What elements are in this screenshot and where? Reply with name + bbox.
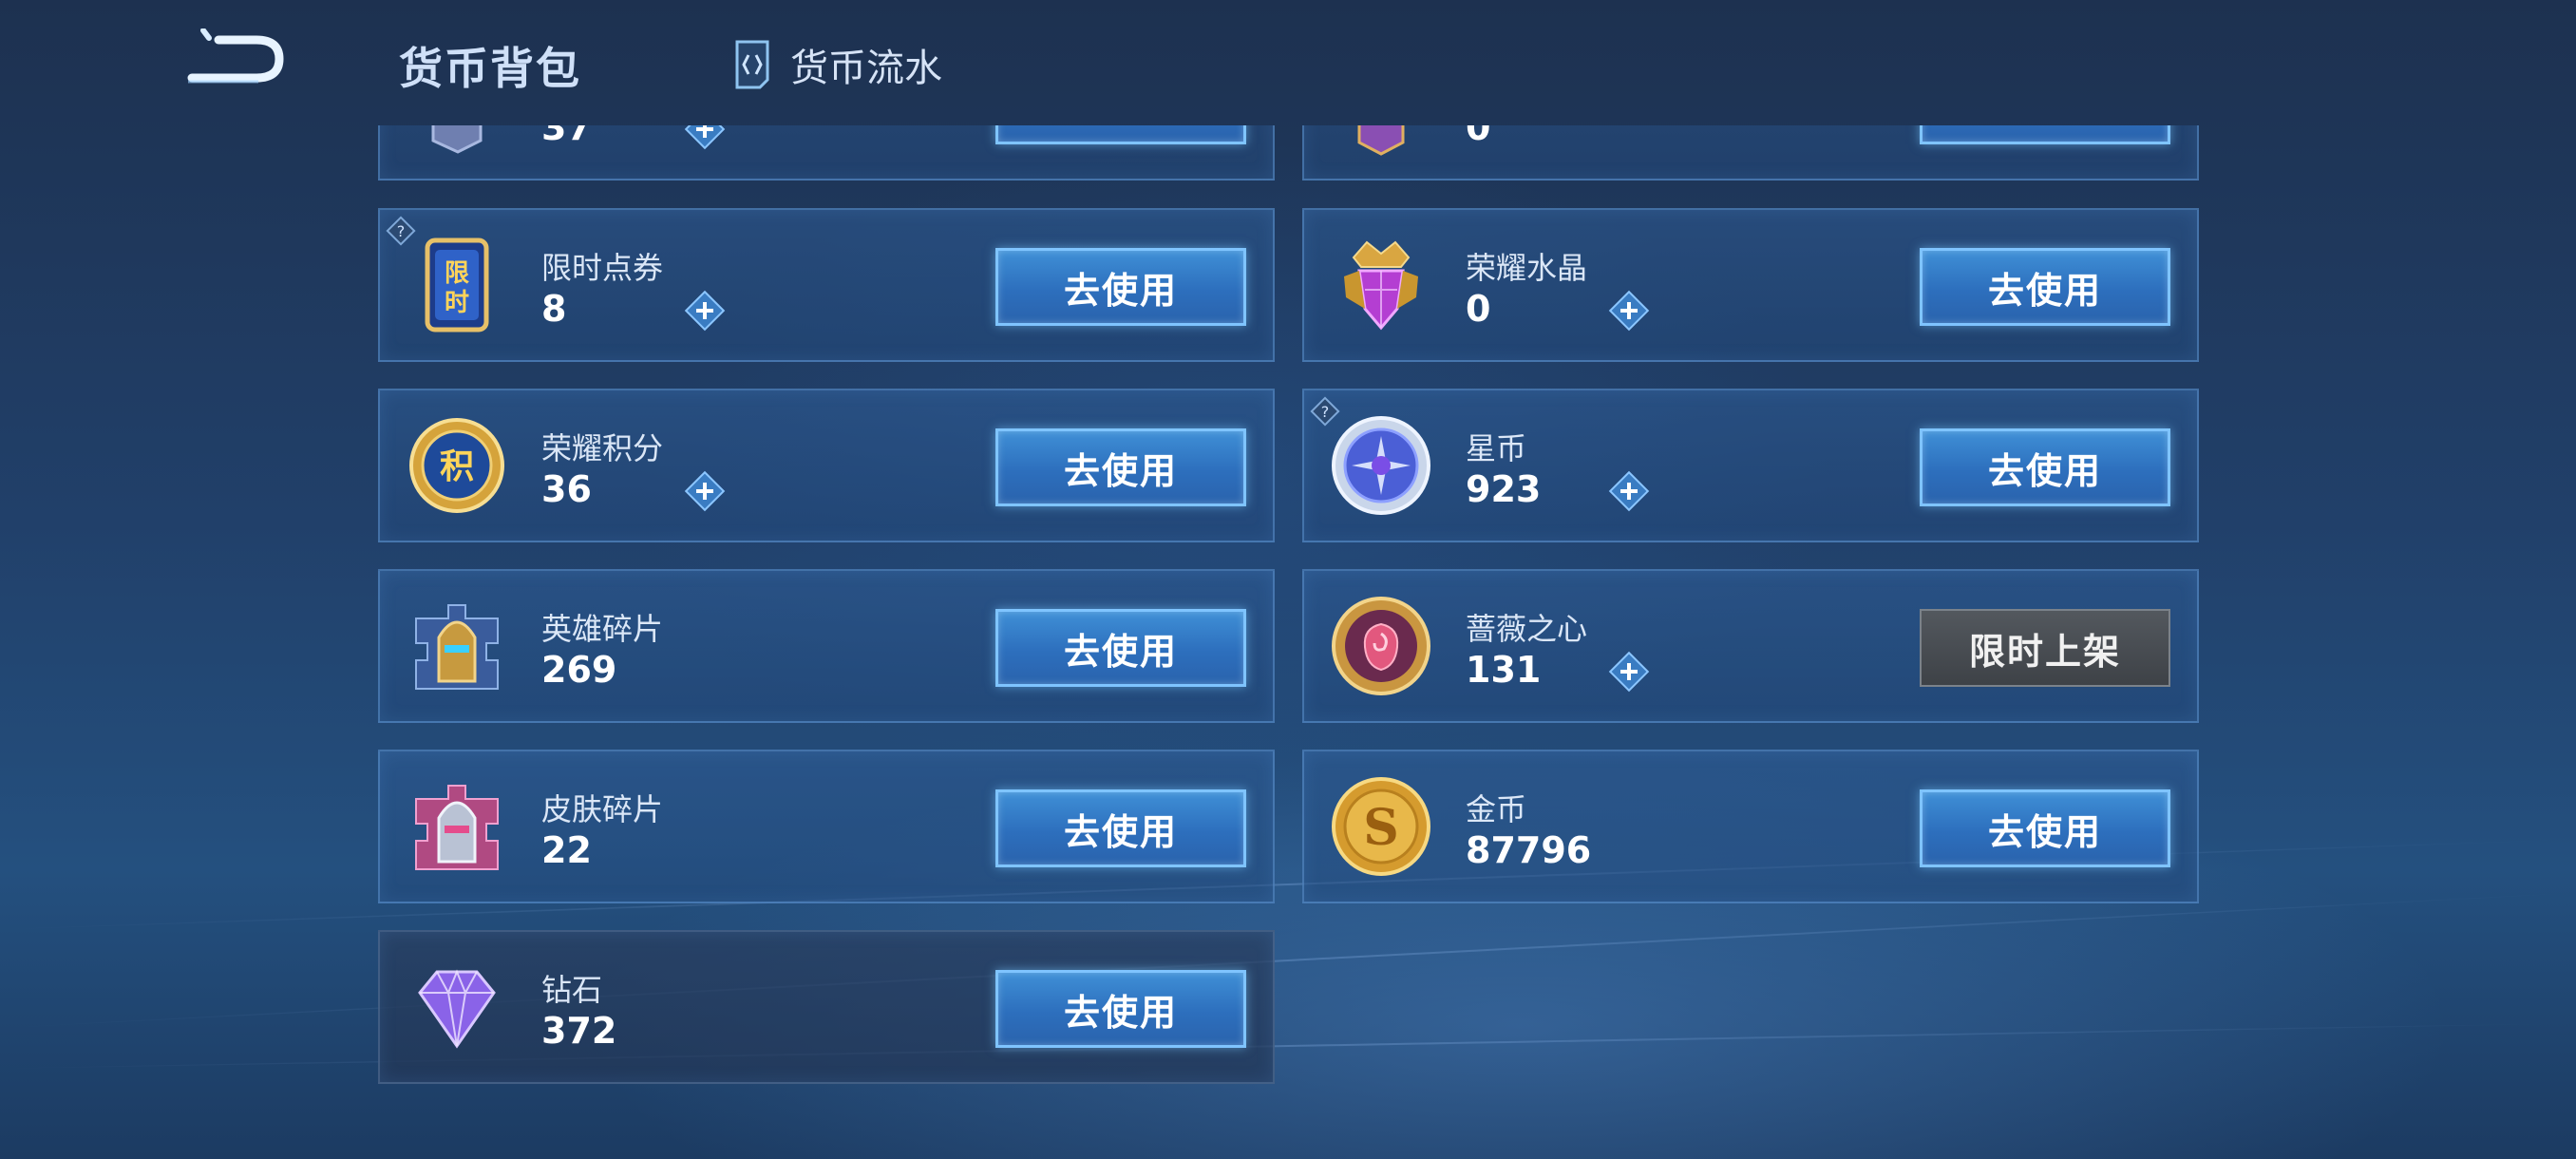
coupon-card-icon [431, 125, 483, 154]
svg-text:积: 积 [440, 447, 474, 486]
currency-card-skin-fragment: 皮肤碎片 22 去使用 [378, 750, 1275, 903]
currency-card-hero-fragment: 英雄碎片 269 去使用 [378, 569, 1275, 723]
rose-heart-icon [1332, 597, 1430, 695]
currency-card-diamond: 钻石 372 去使用 [378, 930, 1275, 1084]
back-button[interactable] [180, 28, 294, 89]
currency-name: 皮肤碎片 [541, 791, 664, 827]
gold-coin-icon: S [1332, 777, 1430, 876]
currency-card-glory-points: 积 荣耀积分 36 去使用 [378, 389, 1275, 542]
limited-listing-button[interactable]: 限时上架 [1920, 609, 2170, 687]
limited-coupon-icon: 限 时 [425, 238, 489, 332]
use-button[interactable]: 去使用 [995, 789, 1246, 867]
currency-amount: 87796 [1466, 829, 1592, 871]
currency-flow-tab[interactable]: 货币流水 [731, 36, 942, 93]
use-button[interactable] [995, 125, 1246, 144]
currency-amount: 0 [1466, 125, 1491, 148]
star-coin-icon [1332, 416, 1430, 515]
currency-card-limited-coupon: ? 限 时 限时点券 8 去使用 [378, 208, 1275, 362]
currency-name: 星币 [1466, 430, 1527, 466]
svg-text:S: S [1363, 799, 1399, 857]
currency-amount: 37 [541, 125, 592, 148]
currency-list[interactable]: 37 0 ? 限 时 限时点券 8 去使用 荣耀水晶 0 去使用 积 荣耀积分 … [0, 125, 2576, 1159]
currency-amount: 923 [1466, 468, 1542, 510]
currency-card-rose-heart: 蔷薇之心 131 限时上架 [1302, 569, 2199, 723]
currency-card-gold-coin: S 金币 87796 去使用 [1302, 750, 2199, 903]
plus-icon[interactable] [1608, 651, 1650, 693]
currency-card-partial: 0 [1302, 125, 2199, 180]
use-button[interactable]: 去使用 [995, 248, 1246, 326]
use-button[interactable]: 去使用 [1920, 248, 2170, 326]
currency-amount: 36 [541, 468, 592, 510]
plus-icon[interactable] [684, 125, 726, 150]
currency-card-glory-crystal: 荣耀水晶 0 去使用 [1302, 208, 2199, 362]
currency-amount: 131 [1466, 649, 1542, 691]
skin-fragment-icon [415, 785, 499, 870]
currency-amount: 0 [1466, 288, 1491, 330]
back-arrow-icon [187, 28, 284, 84]
svg-text:时: 时 [445, 289, 469, 317]
top-bar: 货币背包 货币流水 [0, 0, 2576, 125]
currency-amount: 269 [541, 649, 617, 691]
currency-name: 钻石 [541, 972, 603, 1008]
use-button[interactable]: 去使用 [995, 428, 1246, 506]
currency-name: 英雄碎片 [541, 611, 664, 647]
currency-amount: 22 [541, 829, 592, 871]
use-button[interactable]: 去使用 [995, 609, 1246, 687]
currency-name: 荣耀水晶 [1466, 250, 1588, 286]
diamond-icon [418, 969, 496, 1049]
currency-name: 蔷薇之心 [1466, 611, 1588, 647]
use-button[interactable]: 去使用 [995, 970, 1246, 1048]
use-button[interactable] [1920, 125, 2170, 144]
glory-crystal-icon [1344, 240, 1418, 331]
use-button[interactable]: 去使用 [1920, 428, 2170, 506]
currency-card-star-coin: ? 星币 923 去使用 [1302, 389, 2199, 542]
currency-name: 金币 [1466, 791, 1527, 827]
page-title: 货币背包 [399, 43, 581, 94]
currency-amount: 8 [541, 288, 567, 330]
card-swap-icon [735, 40, 769, 89]
currency-name: 限时点券 [541, 250, 664, 286]
purple-crest-icon [1357, 125, 1405, 156]
plus-icon[interactable] [1608, 290, 1650, 332]
currency-amount: 372 [541, 1010, 617, 1052]
glory-points-icon: 积 [409, 418, 504, 513]
hero-fragment-icon [415, 604, 499, 690]
plus-icon[interactable] [684, 290, 726, 332]
currency-flow-label: 货币流水 [790, 47, 942, 90]
currency-name: 荣耀积分 [541, 430, 664, 466]
currency-card-partial: 37 [378, 125, 1275, 180]
plus-icon[interactable] [1608, 470, 1650, 512]
svg-text:限: 限 [445, 259, 469, 288]
use-button[interactable]: 去使用 [1920, 789, 2170, 867]
plus-icon[interactable] [684, 470, 726, 512]
